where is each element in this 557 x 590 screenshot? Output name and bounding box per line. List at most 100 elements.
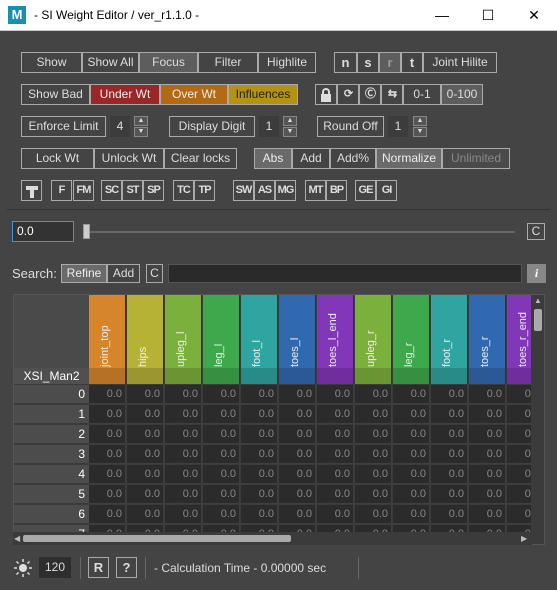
column-header[interactable]: hips	[127, 295, 164, 384]
ge-button[interactable]: GE	[355, 180, 376, 201]
lock-wt-button[interactable]: Lock Wt	[21, 148, 94, 169]
weight-cell[interactable]: 0.0	[469, 385, 506, 404]
lock-icon[interactable]	[315, 84, 337, 105]
weight-slider-track[interactable]	[85, 231, 515, 233]
weight-cell[interactable]: 0.0	[127, 385, 164, 404]
weight-cell[interactable]: 0.0	[203, 405, 240, 424]
brightness-icon[interactable]	[14, 559, 32, 577]
row-header[interactable]: 6	[14, 505, 89, 524]
weight-cell[interactable]: 0.0	[469, 425, 506, 444]
column-header[interactable]: joint_top	[89, 295, 126, 384]
column-header[interactable]: leg_l	[203, 295, 240, 384]
joint-hilite-button[interactable]: Joint Hilite	[423, 52, 497, 73]
horizontal-scrollbar[interactable]: ◀ ▶	[13, 532, 532, 545]
weight-cell[interactable]: 0.0	[279, 405, 316, 424]
scroll-right-icon[interactable]: ▶	[521, 534, 527, 543]
weight-cell[interactable]: 0.0	[355, 425, 392, 444]
slider-c-button[interactable]: C	[527, 223, 545, 240]
refresh-icon[interactable]: ⟳	[337, 84, 359, 105]
weight-cell[interactable]: 0.0	[165, 405, 202, 424]
n-button[interactable]: n	[334, 52, 357, 73]
column-header[interactable]: foot_l	[241, 295, 278, 384]
search-c-button[interactable]: C	[146, 264, 163, 283]
refine-button[interactable]: Refine	[61, 264, 107, 283]
weight-cell[interactable]: 0.0	[89, 445, 126, 464]
display-digit-button[interactable]: Display Digit	[169, 116, 255, 137]
weight-cell[interactable]: 0.0	[317, 445, 354, 464]
weight-cell[interactable]: 0.0	[89, 405, 126, 424]
weight-cell[interactable]: 0.0	[165, 445, 202, 464]
horizontal-scroll-thumb[interactable]	[23, 535, 291, 542]
show-bad-button[interactable]: Show Bad	[21, 84, 90, 105]
round-off-value[interactable]: 1	[388, 116, 408, 137]
weight-cell[interactable]: 0.0	[165, 465, 202, 484]
over-wt-button[interactable]: Over Wt	[160, 84, 228, 105]
weight-cell[interactable]: 0.0	[241, 485, 278, 504]
scroll-left-icon[interactable]: ◀	[14, 534, 20, 543]
column-header[interactable]: toes_l_end	[317, 295, 354, 384]
st-button[interactable]: ST	[122, 180, 143, 201]
weight-cell[interactable]: 0.0	[317, 465, 354, 484]
weight-cell[interactable]: 0.0	[165, 425, 202, 444]
weight-cell[interactable]: 0.0	[165, 485, 202, 504]
weight-cell[interactable]: 0.0	[127, 425, 164, 444]
under-wt-button[interactable]: Under Wt	[90, 84, 160, 105]
highlite-button[interactable]: Highlite	[258, 52, 316, 73]
weight-slider-handle[interactable]	[83, 224, 90, 239]
weight-cell[interactable]: 0.0	[203, 485, 240, 504]
focus-button[interactable]: Focus	[139, 52, 198, 73]
f-button[interactable]: F	[51, 180, 72, 201]
weight-cell[interactable]: 0.0	[431, 405, 468, 424]
display-digit-spinner[interactable]: ▲ ▼	[283, 116, 297, 137]
weight-cell[interactable]: 0.0	[279, 445, 316, 464]
weight-cell[interactable]: 0.0	[89, 485, 126, 504]
weight-cell[interactable]: 0.0	[355, 505, 392, 524]
weight-cell[interactable]: 0.0	[431, 425, 468, 444]
weight-cell[interactable]: 0.0	[393, 385, 430, 404]
weight-cell[interactable]: 0.0	[431, 465, 468, 484]
weight-cell[interactable]: 0.0	[127, 445, 164, 464]
weight-cell[interactable]: 0.0	[279, 505, 316, 524]
sw-button[interactable]: SW	[233, 180, 254, 201]
weight-cell[interactable]: 0.0	[279, 485, 316, 504]
weight-cell[interactable]: 0.0	[469, 465, 506, 484]
maximize-icon[interactable]: ☐	[465, 0, 511, 31]
column-header[interactable]: toes_l	[279, 295, 316, 384]
joint-icon[interactable]	[21, 180, 42, 201]
add-percent-button[interactable]: Add%	[330, 148, 376, 169]
weight-cell[interactable]: 0.0	[317, 425, 354, 444]
weight-cell[interactable]: 0.0	[469, 505, 506, 524]
weight-cell[interactable]: 0.0	[127, 405, 164, 424]
weight-cell[interactable]: 0.0	[127, 505, 164, 524]
weight-cell[interactable]: 0.0	[203, 425, 240, 444]
weight-cell[interactable]: 0.0	[393, 505, 430, 524]
show-button[interactable]: Show	[21, 52, 82, 73]
scroll-up-icon[interactable]: ▲	[534, 296, 542, 305]
row-header[interactable]: 2	[14, 425, 89, 444]
weight-cell[interactable]: 0.0	[469, 485, 506, 504]
help-button[interactable]: ?	[116, 557, 137, 578]
as-button[interactable]: AS	[254, 180, 275, 201]
r-button[interactable]: r	[379, 52, 401, 73]
tc-button[interactable]: TC	[173, 180, 194, 201]
r-status-button[interactable]: R	[88, 557, 109, 578]
weight-cell[interactable]: 0.0	[317, 505, 354, 524]
weight-cell[interactable]: 0.0	[393, 445, 430, 464]
weight-cell[interactable]: 0.0	[241, 505, 278, 524]
bp-button[interactable]: BP	[326, 180, 347, 201]
abs-button[interactable]: Abs	[254, 148, 292, 169]
search-input[interactable]	[168, 264, 522, 283]
round-off-spinner[interactable]: ▲ ▼	[413, 116, 427, 137]
row-header[interactable]: 3	[14, 445, 89, 464]
round-off-button[interactable]: Round Off	[317, 116, 384, 137]
weight-cell[interactable]: 0.0	[317, 385, 354, 404]
weight-cell[interactable]: 0.0	[203, 445, 240, 464]
column-header[interactable]: leg_r	[393, 295, 430, 384]
weight-cell[interactable]: 0.0	[241, 385, 278, 404]
info-icon[interactable]: i	[527, 264, 546, 283]
weight-cell[interactable]: 0.0	[355, 405, 392, 424]
weight-cell[interactable]: 0.0	[355, 445, 392, 464]
fm-button[interactable]: FM	[73, 180, 94, 201]
display-digit-value[interactable]: 1	[259, 116, 279, 137]
column-header[interactable]: upleg_l	[165, 295, 202, 384]
